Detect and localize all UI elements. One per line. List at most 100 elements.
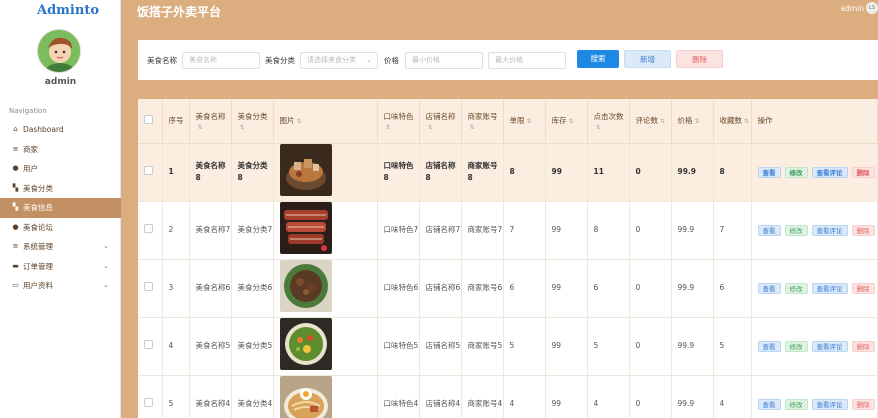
actions-cell: 查看 修改 查看评论 删除 — [751, 259, 878, 318]
food-name-cell: 美食名称8 — [189, 143, 232, 202]
avatar[interactable] — [37, 29, 81, 73]
plate-icon[interactable] — [279, 260, 332, 312]
column-header-1[interactable]: 美食名称 ⇅ — [189, 99, 232, 144]
column-header-label: 口味特色 — [383, 111, 414, 121]
row-checkbox[interactable] — [144, 397, 153, 407]
column-header-7[interactable]: 单限 ⇅ — [503, 99, 546, 144]
index-cell: 3 — [162, 259, 190, 318]
delete-row-button[interactable]: 删除 — [851, 398, 875, 410]
chevron-down-icon[interactable]: ⌄ — [103, 242, 109, 250]
delete-row-button[interactable]: 删除 — [851, 166, 875, 178]
sidebar-item-3[interactable]: ▚ 美食分类 — [0, 179, 121, 199]
table-row[interactable]: 1 美食名称8 美食分类8 口味特色8 店铺名称8 商家账号8 8 99 11 0 99.9 8 查看修… — [138, 143, 878, 202]
view-comments-button[interactable]: 查看评论 — [811, 398, 848, 410]
edit-button[interactable]: 修改 — [784, 340, 808, 352]
header-avatar[interactable]: LS — [866, 2, 878, 14]
sidebar-item-8[interactable]: ▭ 用户资料 ⌄ — [0, 276, 121, 296]
sidebar-item-1[interactable]: ≡ 商家 — [0, 140, 121, 160]
table-row[interactable]: 5 美食名称4 美食分类4 口味特色4 店铺名称4 商家账号4 4 99 4 0 99.9 4 查看 修改… — [138, 375, 878, 418]
sidebar-item-2[interactable]: ● 用户 — [0, 159, 121, 179]
row-checkbox[interactable] — [144, 165, 153, 175]
search-button[interactable]: 搜索 — [577, 50, 619, 68]
column-header-12[interactable]: 收藏数 ⇅ — [713, 99, 752, 144]
sidebar-item-4[interactable]: ▚ 美食信息 — [0, 198, 121, 218]
sort-icon[interactable]: ⇅ — [240, 124, 245, 131]
view-button[interactable]: 查看 — [757, 282, 781, 294]
max-price-input[interactable]: 最大价格 — [488, 52, 566, 69]
sort-icon[interactable]: ⇅ — [297, 118, 302, 125]
chevron-down-icon[interactable]: ⌄ — [103, 281, 109, 289]
sort-icon[interactable]: ⇅ — [596, 124, 601, 131]
row-checkbox[interactable] — [144, 281, 153, 291]
sort-icon[interactable]: ⇅ — [660, 118, 665, 125]
limit-cell: 6 — [503, 259, 546, 318]
view-comments-button[interactable]: 查看评论 — [811, 224, 848, 236]
chevron-down-icon[interactable]: ⌄ — [103, 262, 109, 270]
sort-icon[interactable]: ⇅ — [744, 118, 749, 125]
column-header-4[interactable]: 口味特色 ⇅ — [377, 99, 420, 144]
table-row[interactable]: 3 美食名称6 美食分类6 口味特色6 店铺名称6 商家账号6 6 99 6 0 99.9 6 查看 修改… — [138, 259, 878, 318]
view-comments-button[interactable]: 查看评论 — [811, 282, 848, 294]
sidebar: Adminto admin Navigation ⌂ Dashboard ≡ 商家 ● 用… — [0, 0, 121, 418]
column-header-11[interactable]: 价格 ⇅ — [671, 99, 714, 144]
table-row[interactable]: 4 美食名称5 美食分类5 口味特色5 店铺名称5 商家账号5 5 99 5 0 99.9 5 查看 修改… — [138, 317, 878, 376]
select-all-cell — [138, 99, 163, 144]
category-select[interactable]: 请选择美食分类 ⌄ — [300, 52, 378, 69]
edit-button[interactable]: 修改 — [784, 282, 808, 294]
sort-icon[interactable]: ⇅ — [527, 118, 532, 125]
sort-icon[interactable]: ⇅ — [198, 124, 203, 131]
column-header-10[interactable]: 评论数 ⇅ — [629, 99, 672, 144]
index-cell: 2 — [162, 201, 190, 260]
row-checkbox[interactable] — [144, 223, 153, 233]
sidebar-item-5[interactable]: ● 美食论坛 — [0, 218, 121, 238]
clicks-cell: 4 — [587, 375, 630, 418]
salad-icon[interactable] — [279, 318, 332, 370]
column-header-6[interactable]: 商家账号 ⇅ — [461, 99, 504, 144]
index-cell: 5 — [162, 375, 190, 418]
delete-button[interactable]: 删除 — [676, 50, 723, 68]
delete-row-button[interactable]: 删除 — [851, 224, 875, 236]
food-name-cell: 美食名称5 — [189, 317, 232, 376]
view-button[interactable]: 查看 — [757, 398, 781, 410]
row-select-cell — [138, 375, 163, 418]
image-cell — [273, 259, 378, 318]
sort-icon[interactable]: ⇅ — [470, 124, 475, 131]
view-button[interactable]: 查看 — [757, 166, 781, 178]
sort-icon[interactable]: ⇅ — [386, 124, 391, 131]
brand-logo[interactable]: Adminto — [37, 3, 99, 18]
edit-button[interactable]: 修改 — [784, 224, 808, 236]
dish-bowl-icon[interactable] — [279, 144, 332, 196]
shop-name-cell: 店铺名称6 — [419, 259, 462, 318]
edit-button[interactable]: 修改 — [784, 398, 808, 410]
edit-button[interactable]: 修改 — [784, 166, 808, 178]
food-name-input[interactable]: 美食名称 — [182, 52, 260, 69]
sidebar-item-6[interactable]: ≡ 系统管理 ⌄ — [0, 237, 121, 257]
add-button[interactable]: 新增 — [624, 50, 671, 68]
column-header-9[interactable]: 点击次数 ⇅ — [587, 99, 630, 144]
sort-icon[interactable]: ⇅ — [428, 124, 433, 131]
min-price-input[interactable]: 最小价格 — [405, 52, 483, 69]
column-header-5[interactable]: 店铺名称 ⇅ — [419, 99, 462, 144]
noodle-icon[interactable] — [279, 376, 332, 418]
column-header-2[interactable]: 美食分类 ⇅ — [231, 99, 274, 144]
steak-icon[interactable] — [279, 202, 332, 254]
table-row[interactable]: 2 美食名称7 美食分类7 口味特色7 店铺名称7 商家账号7 7 99 8 0 99.9 7 查看 修改… — [138, 201, 878, 260]
view-comments-button[interactable]: 查看评论 — [811, 340, 848, 352]
column-header-label: 店铺名称 — [425, 111, 456, 121]
sidebar-item-0[interactable]: ⌂ Dashboard — [0, 120, 121, 140]
column-header-label: 点击次数 — [593, 111, 624, 121]
row-checkbox[interactable] — [144, 339, 153, 349]
column-header-3[interactable]: 图片 ⇅ — [273, 99, 378, 144]
view-button[interactable]: 查看 — [757, 224, 781, 236]
sort-icon[interactable]: ⇅ — [695, 118, 700, 125]
sort-icon[interactable]: ⇅ — [569, 118, 574, 125]
delete-row-button[interactable]: 删除 — [851, 340, 875, 352]
view-button[interactable]: 查看 — [757, 340, 781, 352]
select-all-checkbox[interactable] — [144, 115, 153, 125]
column-header-8[interactable]: 库存 ⇅ — [545, 99, 588, 144]
header-username[interactable]: admin — [841, 4, 865, 13]
column-header-label: 序号 — [168, 116, 184, 126]
delete-row-button[interactable]: 删除 — [851, 282, 875, 294]
sidebar-item-7[interactable]: ▬ 订单管理 ⌄ — [0, 257, 121, 277]
view-comments-button[interactable]: 查看评论 — [811, 166, 848, 178]
